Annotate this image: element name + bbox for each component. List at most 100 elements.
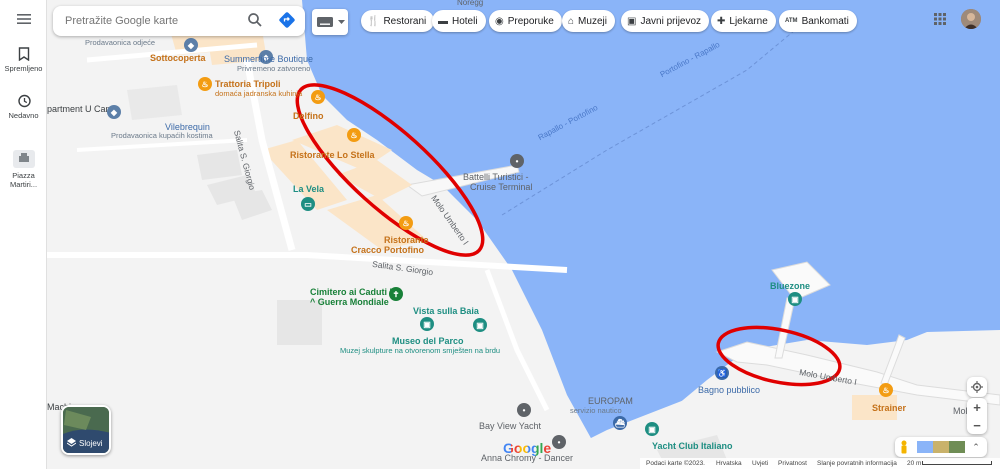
user-photo-icon [961, 9, 981, 29]
place-label[interactable]: Sottocoperta [150, 53, 206, 63]
search-box [53, 6, 305, 36]
scale-bar [922, 461, 992, 465]
chip-things-to-do[interactable]: ◉ Preporuke [489, 10, 562, 32]
search-icon[interactable] [247, 12, 263, 28]
place-label[interactable]: Cruise Terminal [470, 182, 532, 192]
chip-transit[interactable]: ▣ Javni prijevoz [621, 10, 710, 32]
attraction-pin-icon[interactable]: ▣ [420, 317, 434, 331]
terms-link[interactable]: Uvjeti [752, 460, 768, 467]
museum-icon: ⌂ [568, 15, 575, 27]
place-label[interactable]: Ristorante Lo Stella [290, 150, 375, 160]
chip-museums[interactable]: ⌂ Muzeji [562, 10, 615, 32]
recent-label: Nedavno [8, 111, 39, 120]
crosshair-icon [971, 381, 983, 393]
pegman-controls: ⌃ [895, 437, 987, 457]
restaurant-pin-icon[interactable]: ♨ [311, 90, 325, 104]
restaurant-pin-icon[interactable]: ♨ [198, 77, 212, 91]
hotel-pin-icon[interactable]: ▭ [301, 197, 315, 211]
place-label[interactable]: ^ Guerra Mondiale [310, 297, 389, 307]
place-label[interactable]: La Vela [293, 184, 324, 194]
place-label[interactable]: Trattoria Tripoli [215, 79, 281, 89]
cemetery-pin-icon[interactable]: ✝ [389, 287, 403, 301]
place-thumbnail-icon [12, 150, 35, 168]
fork-knife-icon: 🍴 [367, 15, 380, 27]
place-sublabel: Muzej skulpture na otvorenom smješten na… [340, 346, 501, 355]
apps-grid-icon[interactable] [934, 13, 946, 25]
pegman-icon[interactable] [898, 440, 910, 454]
place-label[interactable]: Cracco Portofino [351, 245, 424, 255]
terrain-thumbnail[interactable] [933, 441, 949, 453]
place-label[interactable]: Delfino [293, 111, 324, 121]
bed-icon: ▬ [438, 15, 448, 27]
chip-atms[interactable]: ATM Bankomati [779, 10, 857, 32]
zoom-controls: + − [967, 398, 987, 434]
place-label[interactable]: Ristorante [384, 235, 429, 245]
toilet-pin-icon[interactable]: ♿ [715, 366, 729, 380]
map-footer: Podaci karte ©2023. Hrvatska Uvjeti Priv… [640, 458, 1000, 469]
feedback-link[interactable]: Slanje povratnih informacija [817, 460, 897, 467]
restaurant-pin-icon[interactable]: ♨ [399, 216, 413, 230]
place-label[interactable]: EUROPAM [588, 396, 633, 406]
zoom-out-button[interactable]: − [967, 416, 987, 434]
place-label[interactable]: Strainer [872, 403, 906, 413]
place-label[interactable]: Summertime Boutique [224, 54, 313, 64]
directions-icon[interactable] [277, 10, 297, 30]
ferry-pin-icon[interactable]: • [510, 154, 524, 168]
attraction-pin-icon[interactable]: ▣ [645, 422, 659, 436]
history-icon [17, 94, 31, 108]
place-label[interactable]: Vista sulla Baia [413, 306, 479, 316]
ferry-pin-icon[interactable]: • [517, 403, 531, 417]
place-label: Noregg [457, 0, 484, 7]
privacy-link[interactable]: Privatnost [778, 460, 807, 467]
menu-button[interactable] [0, 13, 47, 28]
restaurant-pin-icon[interactable]: ♨ [879, 383, 893, 397]
atm-icon: ATM [785, 18, 798, 24]
shopping-pin-icon[interactable]: ◆ [107, 105, 121, 119]
chip-pharmacies[interactable]: ✚ Ljekarne [711, 10, 776, 32]
chip-hotels[interactable]: ▬ Hoteli [432, 10, 486, 32]
restaurant-pin-icon[interactable]: ♨ [347, 128, 361, 142]
pharmacy-icon: ✚ [717, 15, 726, 27]
place-sublabel: Privremeno zatvoreno [237, 64, 311, 73]
search-input[interactable] [65, 13, 235, 29]
layers-button[interactable]: Slojevi [61, 405, 111, 455]
place-label[interactable]: Bagno pubblico [698, 385, 760, 395]
recent-place-label: Piazza Martiri... [9, 171, 38, 189]
landmark-pin-icon[interactable]: • [552, 435, 566, 449]
google-logo: Google [503, 440, 552, 456]
satellite-small-thumbnail[interactable] [949, 441, 965, 453]
place-label[interactable]: Bluezone [770, 281, 810, 291]
attraction-pin-icon[interactable]: ▣ [788, 292, 802, 306]
place-label: Prodavaonica odjeće [85, 38, 156, 47]
avatar[interactable] [961, 9, 981, 29]
recent-button[interactable]: Nedavno [0, 94, 47, 120]
map-data-attribution: Podaci karte ©2023. [646, 460, 705, 467]
place-label[interactable]: Bay View Yacht [479, 421, 541, 431]
expand-icon[interactable]: ⌃ [969, 440, 983, 454]
chip-restaurants[interactable]: 🍴 Restorani [361, 10, 435, 32]
camera-icon: ◉ [495, 15, 504, 27]
place-label[interactable]: Battelli Turistici - [463, 172, 529, 182]
left-rail: Spremljeno Nedavno Piazza Martiri... [0, 0, 47, 469]
place-label[interactable]: Yacht Club Italiano [652, 441, 733, 451]
scale-label[interactable]: 20 m [907, 460, 921, 467]
bookmark-icon [18, 47, 29, 61]
country-link[interactable]: Hrvatska [716, 460, 742, 467]
place-label[interactable]: Cimitero ai Caduti I [310, 287, 392, 297]
place-label[interactable]: Museo del Parco [392, 336, 464, 346]
attraction-pin-icon[interactable]: ▣ [473, 318, 487, 332]
layers-label: Slojevi [79, 439, 103, 448]
input-tools-button[interactable] [312, 9, 348, 35]
recent-place-button[interactable]: Piazza Martiri... [0, 150, 47, 189]
place-sublabel: Prodavaonica kupaćih kostima [111, 131, 213, 140]
saved-button[interactable]: Spremljeno [0, 47, 47, 73]
zoom-in-button[interactable]: + [967, 398, 987, 416]
place-sublabel: domaća jadranska kuhinja [215, 89, 303, 98]
my-location-button[interactable] [967, 377, 987, 397]
shopping-pin-icon[interactable]: ◆ [184, 38, 198, 52]
map-canvas[interactable]: Portofino - Rapallo Rapallo - Portofino … [47, 0, 1000, 469]
street-view-thumbnail[interactable] [917, 441, 933, 453]
bus-icon: ▣ [627, 15, 637, 27]
boat-pin-icon[interactable]: ⛴ [613, 416, 627, 430]
saved-label: Spremljeno [4, 64, 43, 73]
